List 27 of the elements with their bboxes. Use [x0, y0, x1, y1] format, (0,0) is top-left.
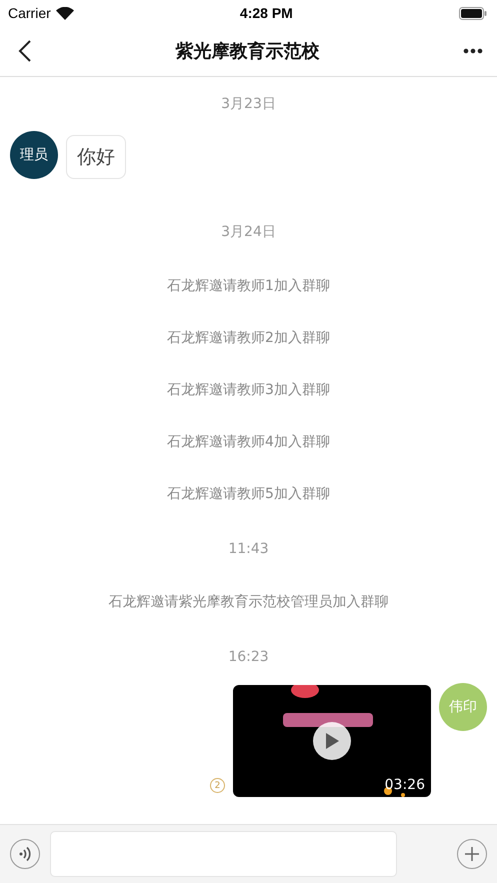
- more-button[interactable]: [463, 48, 483, 54]
- read-count: 2: [210, 778, 225, 793]
- battery-icon: [458, 6, 487, 20]
- system-message: 石龙辉邀请教师2加入群聊: [167, 329, 330, 347]
- back-button[interactable]: [18, 39, 32, 63]
- system-message: 石龙辉邀请紫光摩教育示范校管理员加入群聊: [108, 593, 388, 611]
- message-input[interactable]: [50, 831, 397, 877]
- voice-button[interactable]: [10, 839, 40, 869]
- date-label: 3月23日: [221, 95, 276, 113]
- system-message: 石龙辉邀请教师1加入群聊: [167, 277, 330, 295]
- carrier-name: Carrier: [8, 5, 51, 21]
- system-message: 石龙辉邀请教师3加入群聊: [167, 381, 330, 399]
- date-label: 3月24日: [221, 223, 276, 241]
- system-message: 石龙辉邀请教师5加入群聊: [167, 485, 330, 503]
- video-duration: 03:26: [384, 777, 425, 793]
- video-message[interactable]: 03:26: [233, 685, 431, 797]
- message-bubble: 你好: [66, 135, 126, 179]
- voice-icon: [18, 846, 32, 862]
- chat-title: 紫光摩教育示范校: [176, 40, 320, 63]
- status-time: 4:28 PM: [240, 5, 293, 21]
- date-label: 11:43: [228, 541, 269, 557]
- avatar[interactable]: 理员: [10, 131, 58, 179]
- system-message: 石龙辉邀请教师4加入群聊: [167, 433, 330, 451]
- plus-icon: [464, 846, 480, 862]
- wifi-icon: [56, 6, 74, 20]
- add-button[interactable]: [457, 839, 487, 869]
- date-label: 16:23: [228, 649, 269, 665]
